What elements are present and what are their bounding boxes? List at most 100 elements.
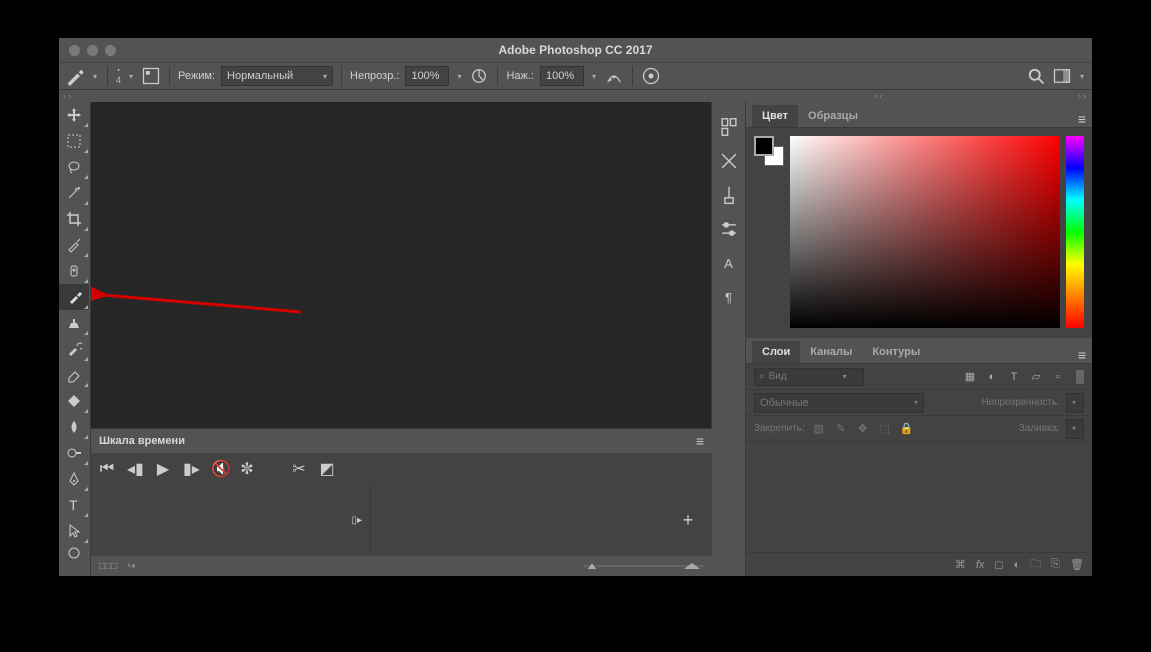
timeline-zoom-slider[interactable] [584,561,704,571]
layer-fx-icon[interactable]: fx [976,559,985,571]
move-tool[interactable] [59,102,89,128]
opacity-dropdown[interactable]: ▾ [455,72,463,81]
settings-icon[interactable]: ✼ [239,459,255,479]
layer-filter-row: ⌕ ▾ ▦ ◐ T ▱ ▫ [746,364,1092,390]
lock-position-icon[interactable]: ✥ [855,422,871,435]
split-icon[interactable]: ✂ [291,459,307,479]
blur-tool[interactable] [59,414,89,440]
tab-paths[interactable]: Контуры [862,341,930,363]
search-icon[interactable] [1026,66,1046,86]
pressure-size-icon[interactable] [641,66,661,86]
workspace-dropdown[interactable]: ▾ [1078,72,1086,81]
brush-dropdown[interactable]: ▾ [127,72,135,81]
filter-toggle[interactable] [1076,370,1084,384]
next-frame-icon[interactable]: ▮▸ [183,459,199,479]
eyedropper-tool[interactable] [59,232,89,258]
tool-preset-icon[interactable] [65,66,85,86]
gradient-tool[interactable] [59,388,89,414]
healing-brush-tool[interactable] [59,258,89,284]
delete-layer-icon[interactable]: 🗑 [1070,558,1084,571]
layer-group-icon[interactable]: 🗀 [1030,555,1041,574]
layers-list[interactable] [746,442,1092,552]
add-media-icon[interactable]: + [676,510,700,531]
mute-icon[interactable]: 🔇 [211,459,227,479]
lock-image-icon[interactable]: ✎ [833,422,849,435]
pressure-opacity-icon[interactable] [469,66,489,86]
marquee-tool[interactable] [59,128,89,154]
timeline-render-icon[interactable]: ↪ [127,561,135,572]
first-frame-icon[interactable]: ⏮ [99,460,115,478]
brushes-panel-icon[interactable] [718,150,740,172]
lock-row: Закрепить: ▨ ✎ ✥ ⬚ 🔒 Заливка: ▾ [746,416,1092,442]
adjustments-panel-icon[interactable] [718,218,740,240]
minimize-window-button[interactable] [87,45,98,56]
history-brush-tool[interactable] [59,336,89,362]
workspace-icon[interactable] [1052,66,1072,86]
blend-mode-dropdown[interactable]: Нормальный ▾ [221,66,333,86]
layers-panel-menu-icon[interactable]: ≡ [1078,347,1086,363]
tool-preset-dropdown[interactable]: ▾ [91,72,99,81]
flow-dropdown[interactable]: ▾ [590,72,598,81]
clone-stamp-tool[interactable] [59,310,89,336]
character-panel-icon[interactable]: A [718,252,740,274]
crop-tool[interactable] [59,206,89,232]
airbrush-icon[interactable] [604,66,624,86]
brush-panel-icon[interactable] [141,66,161,86]
lock-transparency-icon[interactable]: ▨ [811,422,827,435]
history-panel-icon[interactable] [718,116,740,138]
hue-slider[interactable] [1066,136,1084,328]
color-panel [746,128,1092,338]
collapse-right-icon[interactable]: ›› [1078,91,1088,101]
close-window-button[interactable] [69,45,80,56]
filter-smart-icon[interactable]: ▫ [1050,371,1066,383]
lock-all-icon[interactable]: 🔒 [899,422,915,435]
filter-type-icon[interactable]: T [1006,371,1022,383]
link-layers-icon[interactable]: ⌘ [955,558,966,571]
timeline-footer: □□□ ↪ [91,556,712,576]
prev-frame-icon[interactable]: ◂▮ [127,459,143,479]
collapse-left-icon[interactable]: ›› [63,91,73,101]
foreground-color[interactable] [754,136,774,156]
new-layer-icon[interactable]: ⎘ [1051,558,1060,571]
color-panel-menu-icon[interactable]: ≡ [1078,111,1086,127]
blend-mode-select[interactable]: Обычные▾ [754,393,924,413]
layer-mask-icon[interactable]: ◻ [994,558,1003,571]
type-tool[interactable]: T [59,492,89,518]
play-icon[interactable]: ▶ [155,459,171,479]
paragraph-panel-icon[interactable]: ¶ [718,286,740,308]
layer-filter-search[interactable]: ⌕ ▾ [754,368,864,386]
dodge-tool[interactable] [59,440,89,466]
eraser-tool[interactable] [59,362,89,388]
timeline-track-area[interactable]: + [371,485,712,556]
layer-filter-input[interactable] [769,371,839,382]
collapse-mid-icon[interactable]: ‹‹ [875,91,885,101]
maximize-window-button[interactable] [105,45,116,56]
adjustment-layer-icon[interactable]: ◐ [1014,559,1021,571]
lock-artboard-icon[interactable]: ⬚ [877,422,893,435]
layer-fill-input[interactable]: ▾ [1066,419,1084,439]
brush-presets-panel-icon[interactable] [718,184,740,206]
filter-shape-icon[interactable]: ▱ [1028,370,1044,383]
opacity-input[interactable]: 100% [405,66,449,86]
path-selection-tool[interactable] [59,518,89,544]
canvas[interactable] [91,102,712,428]
layer-opacity-input[interactable]: ▾ [1066,393,1084,413]
pen-tool[interactable] [59,466,89,492]
tab-swatches[interactable]: Образцы [798,105,868,127]
filter-pixel-icon[interactable]: ▦ [962,370,978,383]
magic-wand-tool[interactable] [59,180,89,206]
color-field[interactable] [790,136,1060,328]
tab-layers[interactable]: Слои [752,341,800,363]
transition-icon[interactable]: ◩ [319,459,335,479]
flow-input[interactable]: 100% [540,66,584,86]
lasso-tool[interactable] [59,154,89,180]
fg-bg-swatches[interactable] [754,136,784,330]
tab-color[interactable]: Цвет [752,105,798,127]
video-track-icon[interactable]: ▯▸ [351,515,362,526]
filter-adjust-icon[interactable]: ◐ [984,371,1000,383]
ellipse-tool[interactable] [59,544,89,562]
timeline-menu-icon[interactable]: ≡ [696,433,704,449]
brush-tool[interactable] [59,284,89,310]
brush-preview[interactable]: ● 4 [116,68,121,85]
tab-channels[interactable]: Каналы [800,341,862,363]
